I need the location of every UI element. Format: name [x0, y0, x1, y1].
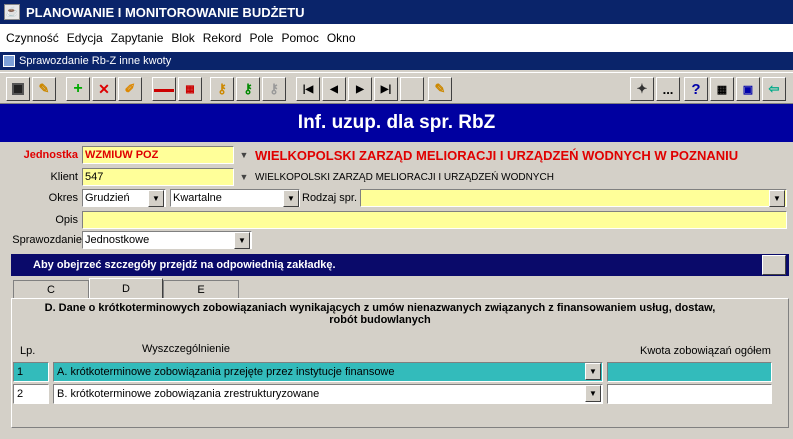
- row-2-desc[interactable]: B. krótkoterminowe zobowiązania zrestruk…: [53, 384, 603, 404]
- menu-pomoc[interactable]: Pomoc: [277, 31, 322, 45]
- list-icon[interactable]: ...: [656, 77, 680, 101]
- row-1-lp[interactable]: 1: [13, 362, 49, 382]
- sprawozdanie-label: Sprawozdanie: [12, 234, 82, 246]
- menu-zapytanie[interactable]: Zapytanie: [107, 31, 168, 45]
- column-desc-header: Wyszczególnienie: [142, 343, 230, 355]
- okres-dropdown-icon[interactable]: ▼: [148, 190, 164, 207]
- menu-rekord[interactable]: Rekord: [199, 31, 246, 45]
- calendar-icon[interactable]: ▣: [736, 77, 760, 101]
- sprawozdanie-select[interactable]: Jednostkowe: [82, 231, 252, 249]
- app-titlebar: ☕ PLANOWANIE I MONITOROWANIE BUDŻETU: [0, 0, 793, 24]
- jednostka-name: WIELKOPOLSKI ZARZĄD MELIORACJI I URZĄDZE…: [255, 148, 739, 163]
- menu-edycja[interactable]: Edycja: [63, 31, 107, 45]
- jednostka-label: Jednostka: [23, 149, 78, 161]
- prev-record-icon[interactable]: ◀: [322, 77, 346, 101]
- opis-label: Opis: [55, 214, 78, 226]
- tools-icon[interactable]: ✦: [630, 77, 654, 101]
- subwindow-titlebar: Sprawozdanie Rb-Z inne kwoty: [0, 52, 793, 70]
- subwindow-title: Sprawozdanie Rb-Z inne kwoty: [19, 55, 172, 67]
- row-2-dropdown-icon[interactable]: ▼: [585, 385, 601, 402]
- calculator-icon[interactable]: ▦: [710, 77, 734, 101]
- tab-c[interactable]: C: [13, 280, 89, 298]
- column-amount-header: Kwota zobowiązań ogółem: [640, 345, 771, 357]
- info-text: Aby obejrzeć szczegóły przejdź na odpowi…: [33, 259, 336, 271]
- query-icon[interactable]: ⚷: [210, 77, 234, 101]
- menu-pole[interactable]: Pole: [245, 31, 277, 45]
- next-record-icon[interactable]: ▶: [348, 77, 372, 101]
- okres-label: Okres: [48, 192, 78, 204]
- toolbar: ✎ + ✕ ✐ ▬▬ ▦ ⚷ ⚷ ⚷ |◀ ◀ ▶ ▶| ✎ ✦ ... ? ▦…: [0, 72, 793, 104]
- row-1-dropdown-icon[interactable]: ▼: [585, 363, 601, 380]
- klient-lov-icon[interactable]: ▼: [236, 167, 252, 187]
- duplicate-icon[interactable]: ▬▬: [152, 77, 176, 101]
- clear-icon[interactable]: ✐: [118, 77, 142, 101]
- blank-button[interactable]: [400, 77, 424, 101]
- row-1-amount[interactable]: [607, 362, 772, 382]
- rodzaj-label: Rodzaj spr.: [302, 192, 358, 204]
- exit-icon[interactable]: ✎: [32, 77, 56, 101]
- klient-label: Klient: [50, 171, 78, 183]
- export-icon[interactable]: ▦: [178, 77, 202, 101]
- menu-okno[interactable]: Okno: [323, 31, 360, 45]
- app-title: PLANOWANIE I MONITOROWANIE BUDŻETU: [26, 4, 305, 20]
- menu-blok[interactable]: Blok: [167, 31, 198, 45]
- save-icon[interactable]: [6, 77, 30, 101]
- klient-code-field[interactable]: 547: [82, 168, 234, 186]
- menubar: Czynność Edycja Zapytanie Blok Rekord Po…: [0, 24, 793, 52]
- page-title: Inf. uzup. dla spr. RbZ: [0, 104, 793, 142]
- sprawozdanie-dropdown-icon[interactable]: ▼: [234, 232, 250, 249]
- window-icon: [3, 55, 15, 67]
- query-exec-icon[interactable]: ⚷: [236, 77, 260, 101]
- first-record-icon[interactable]: |◀: [296, 77, 320, 101]
- jednostka-lov-icon[interactable]: ▼: [236, 145, 252, 165]
- row-1-desc[interactable]: A. krótkoterminowe zobowiązania przejęte…: [53, 362, 603, 382]
- info-button[interactable]: [762, 255, 786, 275]
- column-lp-header: Lp.: [20, 345, 36, 357]
- java-icon: ☕: [4, 4, 20, 20]
- delete-icon[interactable]: ✕: [92, 77, 116, 101]
- add-icon[interactable]: +: [66, 77, 90, 101]
- help-icon[interactable]: ?: [684, 77, 708, 101]
- row-2-amount[interactable]: [607, 384, 772, 404]
- info-bar: Aby obejrzeć szczegóły przejdź na odpowi…: [11, 254, 789, 276]
- okres-type-select[interactable]: Kwartalne: [170, 189, 300, 207]
- last-record-icon[interactable]: ▶|: [374, 77, 398, 101]
- logout-icon[interactable]: ⇦: [762, 77, 786, 101]
- query-cancel-icon[interactable]: ⚷: [262, 77, 286, 101]
- rodzaj-select[interactable]: [360, 189, 787, 207]
- menu-czynnosc[interactable]: Czynność: [2, 31, 63, 45]
- klient-name: WIELKOPOLSKI ZARZĄD MELIORACJI I URZĄDZE…: [255, 172, 554, 183]
- okres-type-dropdown-icon[interactable]: ▼: [283, 190, 299, 207]
- rodzaj-dropdown-icon[interactable]: ▼: [769, 190, 785, 207]
- opis-field[interactable]: [82, 211, 787, 229]
- edit-icon[interactable]: ✎: [428, 77, 452, 101]
- tab-e[interactable]: E: [163, 280, 239, 298]
- row-2-lp[interactable]: 2: [13, 384, 49, 404]
- tab-d[interactable]: D: [89, 278, 163, 298]
- section-title: D. Dane o krótkoterminowych zobowiązania…: [44, 302, 716, 326]
- jednostka-code-field[interactable]: WZMIUW POZ: [82, 146, 234, 164]
